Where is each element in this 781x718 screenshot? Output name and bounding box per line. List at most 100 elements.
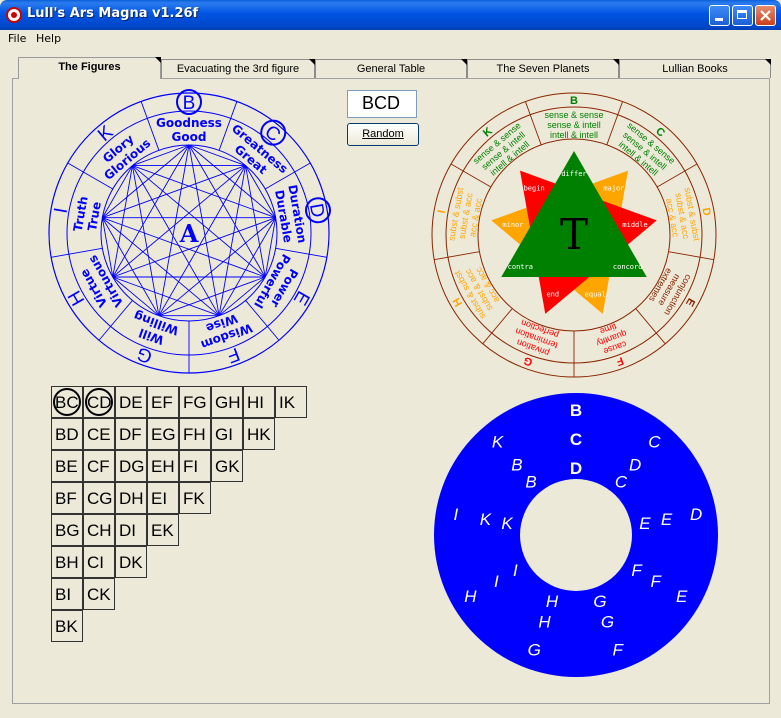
segment-divider	[606, 101, 623, 145]
pair-cell-CE[interactable]: CE	[83, 418, 115, 450]
pair-cell-EI[interactable]: EI	[147, 482, 179, 514]
virtue-noun: Goodness	[156, 116, 222, 130]
ring-letter-H: H	[451, 296, 465, 309]
pair-cell-BF[interactable]: BF	[51, 482, 83, 514]
pair-cell-BH[interactable]: BH	[51, 546, 83, 578]
green-triangle-label: contra	[508, 263, 533, 271]
letter-F: F	[224, 343, 242, 367]
wheel-letter: D	[690, 505, 702, 524]
red-triangle-label: begin	[524, 185, 545, 193]
wheel-letter: E	[661, 510, 673, 529]
pair-cell-BE[interactable]: BE	[51, 450, 83, 482]
wheel-letter: B	[511, 456, 522, 475]
tab-general-table[interactable]: General Table	[315, 59, 467, 78]
segment-word: sense & intell	[547, 120, 601, 130]
wheel-letter: G	[528, 641, 541, 660]
minimize-button[interactable]	[709, 5, 730, 26]
pair-cell-CD[interactable]: CD	[83, 386, 115, 418]
wheel-letter: F	[631, 561, 643, 580]
pair-cell-HK[interactable]: HK	[243, 418, 275, 450]
letter-E: E	[289, 287, 314, 308]
pair-cell-DK[interactable]: DK	[115, 546, 147, 578]
pair-cell-CH[interactable]: CH	[83, 514, 115, 546]
pair-cell-DE[interactable]: DE	[115, 386, 147, 418]
pair-cell-DH[interactable]: DH	[115, 482, 147, 514]
wheel-letter: B	[525, 472, 536, 491]
wheel-letter: G	[601, 612, 614, 631]
pair-cell-EF[interactable]: EF	[147, 386, 179, 418]
wheel-letter: I	[453, 505, 458, 524]
pair-cell-FI[interactable]: FI	[179, 450, 211, 482]
svg-text:B: B	[570, 95, 578, 107]
random-button[interactable]: Random	[347, 123, 419, 146]
segment-divider	[482, 308, 513, 345]
pair-cell-EG[interactable]: EG	[147, 418, 179, 450]
orange-triangle-label: major	[603, 185, 624, 193]
maximize-icon	[737, 10, 747, 19]
pair-cell-CK[interactable]: CK	[83, 578, 115, 610]
tab-lullian-books[interactable]: Lullian Books	[619, 59, 771, 78]
menu-help[interactable]: Help	[36, 32, 61, 45]
svg-text:K: K	[481, 125, 495, 139]
svg-text:B: B	[183, 93, 196, 114]
pair-cell-BD[interactable]: BD	[51, 418, 83, 450]
maximize-button[interactable]	[732, 5, 753, 26]
letter-H: H	[64, 287, 89, 309]
green-triangle-label: concord	[613, 263, 643, 271]
letter-wheel: BCDCDEFGHIKDEFGHIKBCEFGHIKB	[434, 393, 718, 677]
tab-seven-planets[interactable]: The Seven Planets	[467, 59, 619, 78]
segment-divider	[434, 251, 480, 261]
pair-cell-BC[interactable]: BC	[51, 386, 83, 418]
combination-input[interactable]: BCD	[347, 90, 417, 118]
orange-triangle-label: minor	[502, 221, 523, 229]
pair-cell-BG[interactable]: BG	[51, 514, 83, 546]
pair-cell-EH[interactable]: EH	[147, 450, 179, 482]
pair-cell-DG[interactable]: DG	[115, 450, 147, 482]
close-button[interactable]	[755, 5, 776, 26]
svg-text:C: C	[653, 125, 667, 139]
pair-cell-GH[interactable]: GH	[211, 386, 243, 418]
letter-D: D	[305, 197, 332, 224]
pair-cell-DF[interactable]: DF	[115, 418, 147, 450]
tab-the-figures[interactable]: The Figures	[18, 57, 161, 79]
letter-I: I	[51, 206, 73, 215]
tab-label: Evacuating the 3rd figure	[176, 63, 300, 75]
title-bar[interactable]: Lull's Ars Magna v1.26f	[0, 0, 781, 30]
ring-letter-C: C	[653, 125, 667, 139]
ring-letter-F: F	[614, 354, 625, 368]
tab-evacuating[interactable]: Evacuating the 3rd figure	[161, 59, 315, 78]
combination-value: BCD	[362, 93, 401, 113]
minimize-icon	[715, 18, 723, 21]
segment-divider	[525, 101, 542, 145]
svg-text:H: H	[451, 296, 465, 309]
wheel-letter: H	[538, 612, 551, 631]
wheel-top-letter: D	[570, 459, 582, 478]
pair-cell-BI[interactable]: BI	[51, 578, 83, 610]
segment-word: intell & intell	[550, 130, 598, 140]
pair-cell-CG[interactable]: CG	[83, 482, 115, 514]
pair-cell-EK[interactable]: EK	[147, 514, 179, 546]
pair-cell-CF[interactable]: CF	[83, 450, 115, 482]
green-triangle-label: differ	[561, 170, 586, 178]
figure-a: ABGoodnessGood CGreatnessGreatDDurationDu…	[48, 89, 332, 374]
svg-text:I: I	[51, 206, 73, 215]
pair-cell-HI[interactable]: HI	[243, 386, 275, 418]
app-icon	[6, 7, 22, 23]
virtue-adjective: Good	[172, 130, 207, 144]
close-icon	[760, 10, 771, 21]
pair-cell-IK[interactable]: IK	[275, 386, 307, 418]
svg-text:G: G	[134, 342, 155, 367]
pair-cell-GK[interactable]: GK	[211, 450, 243, 482]
pair-cell-FH[interactable]: FH	[179, 418, 211, 450]
wheel-letter: H	[546, 592, 559, 611]
pair-cell-BK[interactable]: BK	[51, 610, 83, 642]
menu-file[interactable]: File	[8, 32, 26, 45]
center-letter: A	[179, 219, 199, 248]
pair-cell-FG[interactable]: FG	[179, 386, 211, 418]
pair-cell-FK[interactable]: FK	[179, 482, 211, 514]
pair-cell-DI[interactable]: DI	[115, 514, 147, 546]
pair-cell-GI[interactable]: GI	[211, 418, 243, 450]
red-triangle-label: end	[546, 290, 559, 298]
random-button-label: Random	[362, 128, 404, 140]
pair-cell-CI[interactable]: CI	[83, 546, 115, 578]
